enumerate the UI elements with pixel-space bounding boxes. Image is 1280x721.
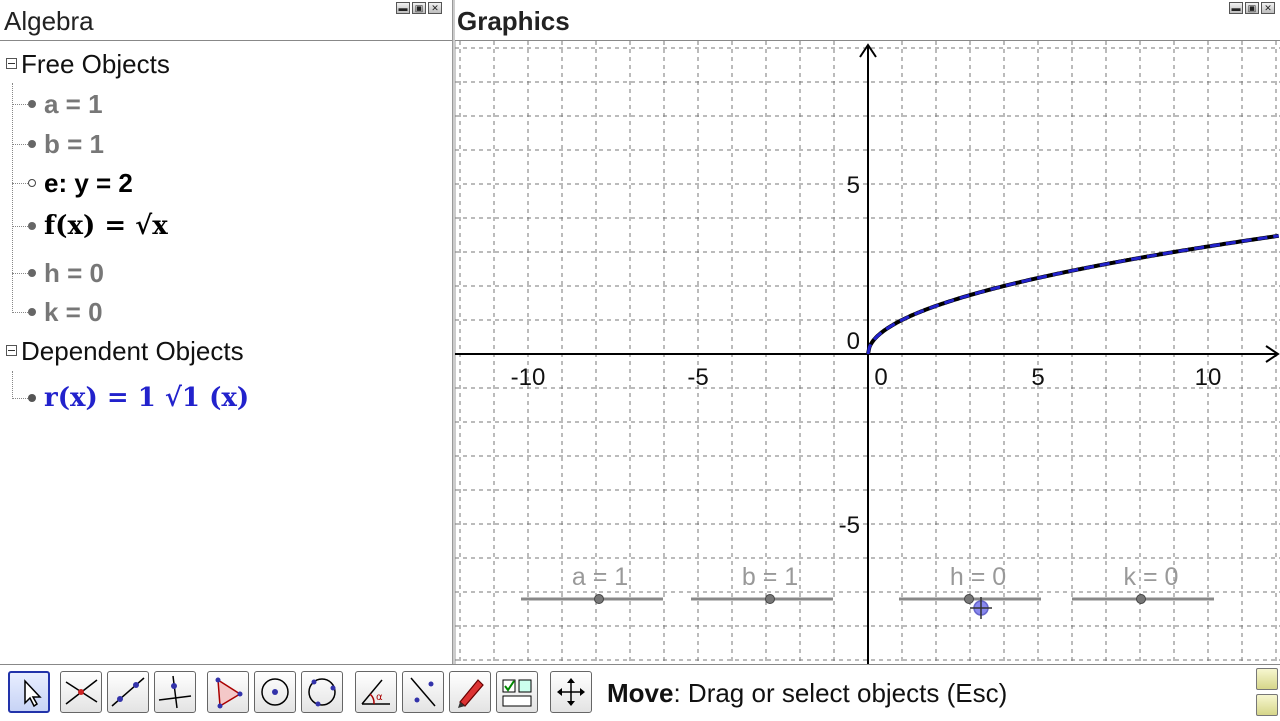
slider-handle[interactable]: [765, 594, 775, 604]
graphics-view[interactable]: -10 -5 0 5 10 5 0 -5 a = 1 b = 1 h = 0 k = 0: [455, 41, 1280, 664]
intersect-point-icon: [65, 679, 98, 705]
cursor-arrow-icon: [24, 679, 42, 708]
x-tick-label: 5: [1031, 364, 1044, 391]
slider-handle[interactable]: [594, 594, 604, 604]
algebra-item-k[interactable]: k = 0: [12, 297, 103, 327]
tool-help-text: Move: Drag or select objects (Esc): [607, 678, 1008, 708]
checkbox-tool-button[interactable]: [496, 671, 538, 713]
svg-text:α: α: [376, 692, 383, 703]
algebra-item-f[interactable]: f(x) = √x: [12, 211, 168, 241]
circle-three-points-icon: [308, 678, 336, 707]
function-f-curve: [866, 233, 1280, 355]
circle-center-icon: [261, 678, 289, 706]
perpendicular-tool-button[interactable]: [154, 671, 196, 713]
y-tick-label: 0: [847, 328, 860, 355]
move-arrows-icon: [557, 678, 585, 706]
dependent-objects-label: Dependent Objects: [21, 336, 244, 366]
slider-handle[interactable]: [964, 594, 974, 604]
algebra-item-h[interactable]: h = 0: [12, 258, 104, 288]
algebra-item-e[interactable]: e: y = 2: [12, 168, 133, 198]
move-view-tool-button[interactable]: [550, 671, 592, 713]
graphics-canvas[interactable]: -10 -5 0 5 10 5 0 -5 a = 1 b = 1 h = 0 k = 0: [455, 41, 1280, 664]
free-objects-label: Free Objects: [21, 49, 170, 79]
visibility-toggle-icon[interactable]: [28, 179, 36, 187]
line-through-points-icon: [111, 677, 145, 707]
graphics-header: [455, 0, 1280, 41]
move-tool-button[interactable]: [8, 671, 50, 713]
pencil-icon: [458, 679, 484, 708]
checkbox-icon: [502, 679, 532, 707]
maximize-icon[interactable]: ▣: [1245, 2, 1259, 14]
visibility-toggle-icon[interactable]: [28, 140, 36, 148]
algebra-item-a[interactable]: a = 1: [12, 89, 103, 119]
angle-icon: α: [361, 679, 390, 705]
toolbar: α Move: Drag or select objects (Esc): [0, 664, 1280, 721]
minimize-icon[interactable]: ▬: [1229, 2, 1243, 14]
collapse-icon[interactable]: [6, 57, 17, 69]
conic-tool-button[interactable]: [301, 671, 343, 713]
visibility-toggle-icon[interactable]: [28, 308, 36, 316]
graphics-panel-title: Graphics: [457, 6, 570, 36]
reflect-tool-button[interactable]: [402, 671, 444, 713]
polygon-icon: [215, 677, 243, 709]
close-icon[interactable]: ✕: [1261, 2, 1275, 14]
visibility-toggle-icon[interactable]: [28, 222, 36, 230]
algebra-panel-title: Algebra: [4, 6, 94, 36]
slider-label: k = 0: [1124, 563, 1179, 591]
undo-icon[interactable]: [1256, 668, 1278, 690]
angle-tool-button[interactable]: α: [355, 671, 397, 713]
collapse-icon[interactable]: [6, 344, 17, 356]
slider-label: b = 1: [742, 563, 798, 591]
x-tick-label: 0: [874, 364, 887, 391]
pen-tool-button[interactable]: [449, 671, 491, 713]
function-r-curve: [866, 234, 1279, 355]
visibility-toggle-icon[interactable]: [28, 394, 36, 402]
slider-label: h = 0: [950, 563, 1006, 591]
slider-handle[interactable]: [1136, 594, 1146, 604]
slider-label: a = 1: [572, 563, 628, 591]
algebra-item-b[interactable]: b = 1: [12, 129, 104, 159]
free-objects-header[interactable]: Free Objects: [6, 49, 170, 80]
algebra-item-r[interactable]: r(x) = 1 √1 (x): [12, 383, 249, 413]
dependent-objects-header[interactable]: Dependent Objects: [6, 336, 244, 367]
graphics-window-controls: ▬ ▣ ✕: [1229, 2, 1275, 14]
visibility-toggle-icon[interactable]: [28, 100, 36, 108]
y-tick-label: 5: [847, 172, 860, 199]
x-tick-label: -5: [687, 364, 708, 391]
x-tick-label: -10: [511, 364, 546, 391]
x-tick-label: 10: [1195, 364, 1222, 391]
visibility-toggle-icon[interactable]: [28, 269, 36, 277]
line-tool-button[interactable]: [107, 671, 149, 713]
circle-tool-button[interactable]: [254, 671, 296, 713]
polygon-tool-button[interactable]: [207, 671, 249, 713]
algebra-window-controls: ▬ ▣ ✕: [396, 2, 442, 14]
close-icon[interactable]: ✕: [428, 2, 442, 14]
redo-icon[interactable]: [1256, 694, 1278, 716]
perpendicular-line-icon: [158, 675, 192, 709]
maximize-icon[interactable]: ▣: [412, 2, 426, 14]
algebra-panel: Free Objects a = 1 b = 1 e: y = 2 f(x) =…: [0, 40, 452, 665]
minimize-icon[interactable]: ▬: [396, 2, 410, 14]
y-tick-label: -5: [839, 512, 860, 539]
reflect-about-line-icon: [410, 677, 436, 707]
point-tool-button[interactable]: [60, 671, 102, 713]
